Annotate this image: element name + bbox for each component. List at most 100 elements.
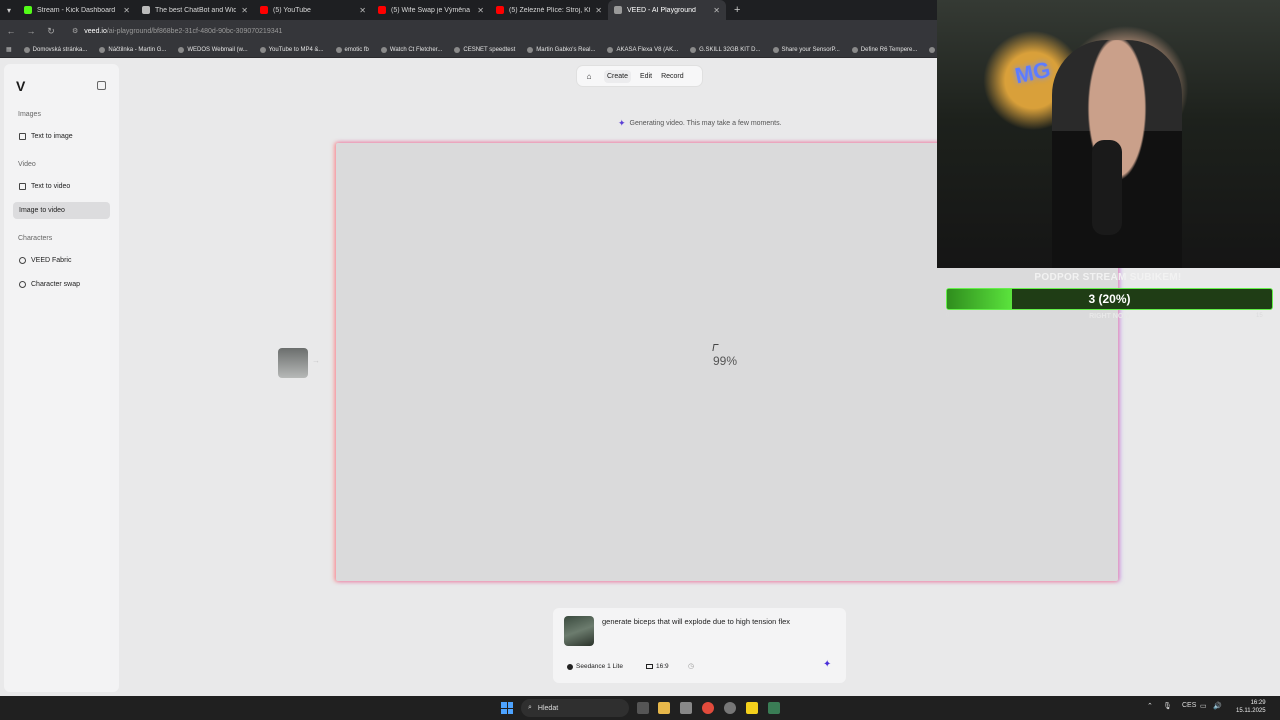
home-icon[interactable]: ⌂: [583, 72, 595, 81]
bookmark-item[interactable]: Martin Gabko's Real...: [527, 46, 596, 53]
close-tab-icon[interactable]: ✕: [595, 6, 602, 15]
forward-icon[interactable]: →: [26, 26, 36, 36]
model-label: Seedance 1 Lite: [576, 663, 623, 670]
tab-title: (5) Železné Plíce: Stroj, Který Dý: [509, 6, 591, 14]
browser-tab[interactable]: (5) Wife Swap je Výměna Manž ✕: [372, 0, 490, 20]
webcam-overlay: MG: [937, 0, 1280, 268]
bookmark-label: AKASA Flexa V8 (AK...: [616, 46, 679, 53]
close-tab-icon[interactable]: ✕: [241, 6, 248, 15]
bookmark-label: Martin Gabko's Real...: [536, 46, 596, 53]
tab-title: (5) Wife Swap je Výměna Manž: [391, 6, 472, 14]
sidebar-item-label: Text to video: [31, 183, 71, 190]
browser-tab[interactable]: Stream - Kick Dashboard ✕: [18, 0, 136, 20]
tab-edit[interactable]: Edit: [640, 73, 652, 80]
bookmark-label: emotic fb: [344, 46, 369, 53]
bookmark-item[interactable]: YouTube to MP4 &...: [259, 46, 324, 53]
close-tab-icon[interactable]: ✕: [477, 6, 484, 15]
settings-icon[interactable]: [724, 702, 736, 714]
tab-title: The best ChatBot and Widgets: [155, 6, 237, 14]
close-tab-icon[interactable]: ✕: [359, 6, 366, 15]
microphone-icon[interactable]: 🎙: [1163, 702, 1172, 710]
bookmark-item[interactable]: Define R6 Tempere...: [851, 46, 917, 53]
bookmark-label: Náčtilnka - Martin G...: [108, 46, 167, 53]
bookmark-item[interactable]: Náčtilnka - Martin G...: [99, 46, 167, 53]
swap-person-icon: [19, 281, 26, 288]
video-icon: [19, 183, 26, 190]
file-explorer-icon[interactable]: [658, 702, 670, 714]
model-selector[interactable]: Seedance 1 Lite: [567, 663, 623, 670]
bookmark-item[interactable]: CESNET speedtest: [454, 46, 516, 53]
url-field[interactable]: ⚙ veed.io/ai-playground/bf868be2-31cf-48…: [66, 23, 288, 39]
clock[interactable]: 16:29 15.11.2025: [1236, 699, 1266, 715]
prompt-text[interactable]: generate biceps that will explode due to…: [602, 617, 790, 626]
bookmark-item[interactable]: emotic fb: [335, 46, 369, 53]
sidebar-item-label: Character swap: [31, 281, 81, 288]
image-icon: [19, 133, 26, 140]
sidebar-item-label: Text to image: [31, 133, 73, 140]
browser-tab-strip: ▾ Stream - Kick Dashboard ✕ The best ChatB…: [0, 0, 937, 20]
clock-date: 15.11.2025: [1236, 708, 1266, 714]
prompt-image-thumbnail[interactable]: [564, 616, 594, 646]
tab-title: (5) YouTube: [273, 6, 311, 14]
bookmark-item[interactable]: AKASA Flexa V8 (AK...: [607, 46, 679, 53]
collapse-sidebar-icon[interactable]: [97, 81, 106, 90]
bookmark-item[interactable]: Watch Ct Fletcher...: [380, 46, 442, 53]
windows-taskbar: ⌕ Hledat ⌃ 🎙 CES ▭ 🔊 16:29 15.11.2025: [0, 696, 1280, 720]
bookmark-favicon-icon: [527, 46, 534, 53]
arrow-right-icon: →: [312, 356, 320, 365]
sidebar-item-veed-fabric[interactable]: VEED Fabric: [13, 252, 110, 269]
microphone: [1092, 140, 1122, 235]
source-image-thumbnail[interactable]: [278, 348, 308, 378]
sidebar-item-text-to-video[interactable]: Text to video: [13, 178, 110, 195]
close-tab-icon[interactable]: ✕: [123, 6, 130, 15]
chevron-up-icon[interactable]: ⌃: [1147, 702, 1153, 710]
language-indicator[interactable]: CES: [1182, 702, 1196, 709]
tab-search-icon[interactable]: ▾: [0, 0, 18, 20]
task-view-icon[interactable]: [637, 702, 649, 714]
aspect-ratio-selector[interactable]: 16:9: [646, 663, 669, 670]
close-tab-icon[interactable]: ✕: [713, 6, 720, 15]
sidebar-item-label: VEED Fabric: [31, 257, 72, 264]
bookmark-item[interactable]: Share your SensorP...: [772, 46, 840, 53]
sidebar: V Images Text to image Video Text to vid…: [4, 64, 119, 692]
bookmark-item[interactable]: WEDOS Webmail (w...: [178, 46, 248, 53]
browser-tab[interactable]: (5) YouTube ✕: [254, 0, 372, 20]
apps-icon[interactable]: ▦: [6, 46, 12, 53]
start-button[interactable]: [501, 702, 513, 714]
store-icon[interactable]: [680, 702, 692, 714]
sidebar-item-image-to-video[interactable]: Image to video: [13, 202, 110, 219]
chrome-icon[interactable]: [702, 702, 714, 714]
browser-tab[interactable]: VEED - AI Playground ✕: [608, 0, 726, 20]
aspect-ratio-icon: [646, 664, 653, 669]
new-tab-button[interactable]: +: [726, 4, 748, 16]
terminal-icon[interactable]: [768, 702, 780, 714]
notes-icon[interactable]: [746, 702, 758, 714]
bookmark-item[interactable]: Cross: [929, 46, 937, 53]
taskbar-search[interactable]: ⌕ Hledat: [521, 699, 629, 717]
tab-create[interactable]: Create: [604, 69, 632, 83]
sidebar-item-character-swap[interactable]: Character swap: [13, 276, 110, 293]
clock-time: 16:29: [1250, 700, 1266, 706]
tab-favicon-icon: [614, 6, 622, 14]
generate-sparkle-button[interactable]: ✦: [823, 659, 831, 670]
sidebar-item-text-to-image[interactable]: Text to image: [13, 128, 110, 145]
browser-tab[interactable]: (5) Železné Plíce: Stroj, Který Dý ✕: [490, 0, 608, 20]
bookmark-label: CESNET speedtest: [463, 46, 516, 53]
veed-logo[interactable]: V: [16, 78, 25, 94]
bookmark-item[interactable]: Domovská stránka...: [23, 46, 87, 53]
browser-tab[interactable]: The best ChatBot and Widgets ✕: [136, 0, 254, 20]
bookmark-favicon-icon: [259, 46, 266, 53]
network-icon[interactable]: ▭: [1200, 702, 1207, 710]
back-icon[interactable]: ←: [6, 26, 16, 36]
bookmark-item[interactable]: G.SKILL 32GB KIT D...: [690, 46, 761, 53]
tab-record[interactable]: Record: [661, 73, 684, 80]
site-info-icon[interactable]: ⚙: [72, 27, 78, 35]
reload-icon[interactable]: ↻: [46, 26, 56, 37]
volume-icon[interactable]: 🔊: [1213, 702, 1222, 710]
bookmark-favicon-icon: [772, 46, 779, 53]
neon-sign: MG: [1012, 56, 1053, 89]
duration-icon[interactable]: ◷: [688, 662, 694, 670]
tab-favicon-icon: [24, 6, 32, 14]
prompt-card: generate biceps that will explode due to…: [553, 608, 846, 683]
bookmark-favicon-icon: [851, 46, 858, 53]
